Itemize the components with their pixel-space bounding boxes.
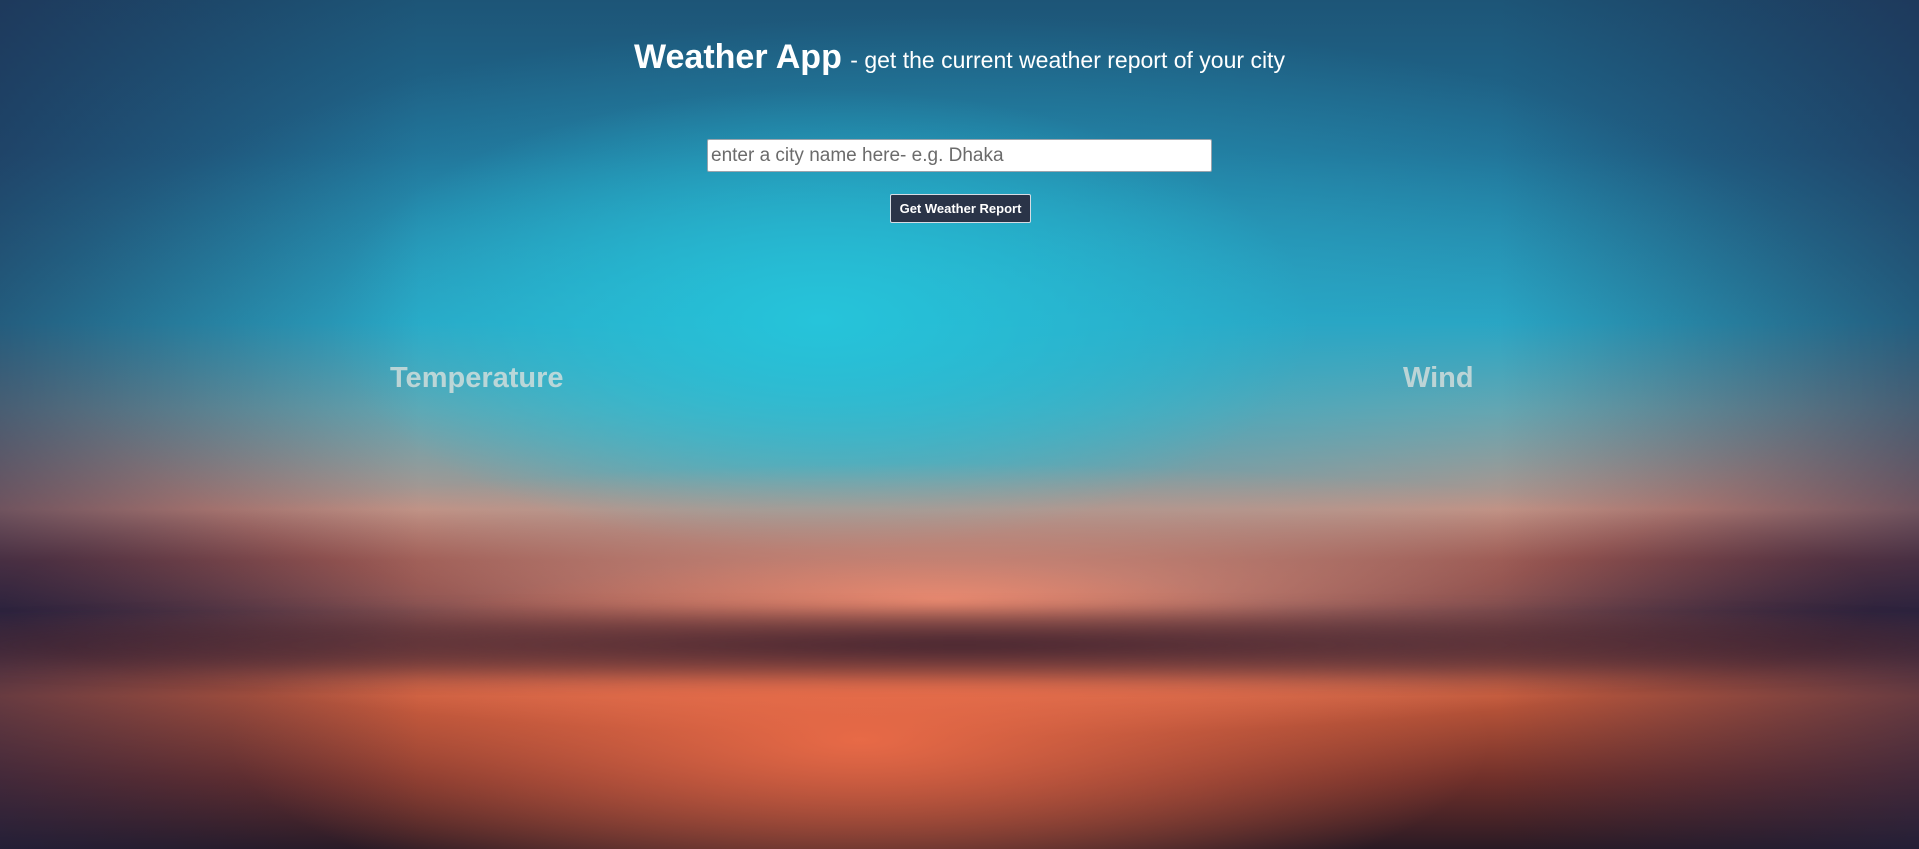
page-header: Weather App - get the current weather re… xyxy=(0,38,1919,77)
temperature-label: Temperature xyxy=(390,362,564,394)
get-weather-report-button[interactable]: Get Weather Report xyxy=(890,194,1031,223)
background-vignette-left xyxy=(0,0,420,849)
app-title: Weather App xyxy=(634,38,842,76)
wind-label: Wind xyxy=(1403,362,1474,394)
app-subtitle: - get the current weather report of your… xyxy=(850,47,1285,73)
city-search-input[interactable] xyxy=(707,139,1212,172)
background-horizon xyxy=(0,610,1919,680)
background-vignette-right xyxy=(1499,0,1919,849)
background-image xyxy=(0,0,1919,849)
